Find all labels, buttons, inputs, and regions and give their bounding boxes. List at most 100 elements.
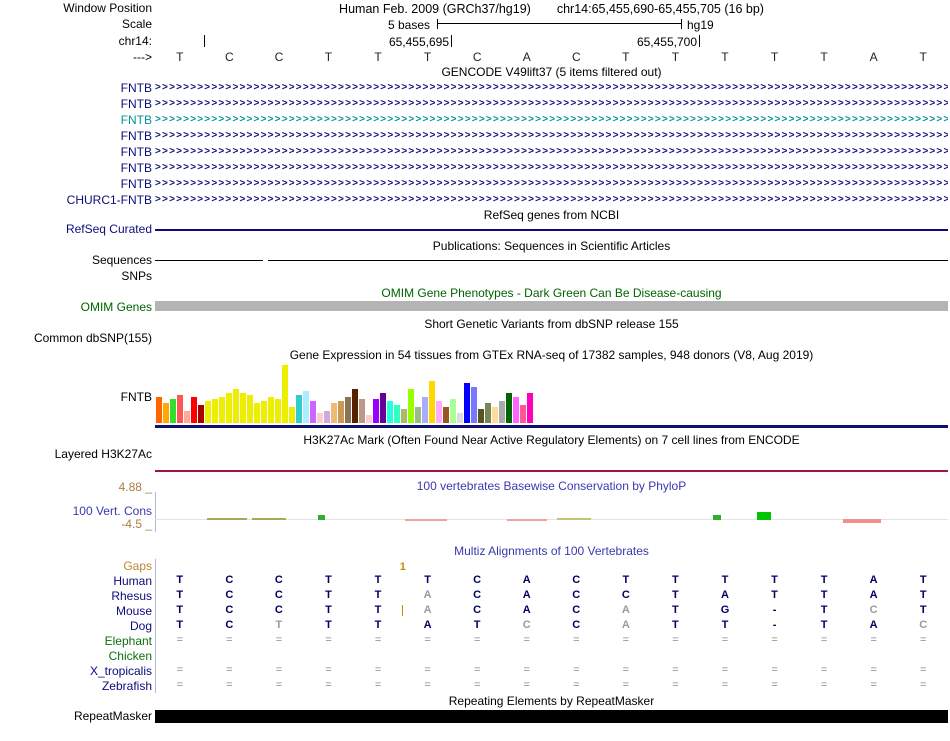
gtex-tissue-bar[interactable] — [513, 397, 519, 423]
gtex-tissue-bar[interactable] — [247, 395, 253, 423]
gtex-tissue-bar[interactable] — [506, 393, 512, 423]
gene-model-arrows[interactable]: >>>>>>>>>>>>>>>>>>>>>>>>>>>>>>>>>>>>>>>>… — [155, 96, 948, 112]
gene-model-arrows[interactable]: >>>>>>>>>>>>>>>>>>>>>>>>>>>>>>>>>>>>>>>>… — [155, 128, 948, 144]
gtex-tissue-bar[interactable] — [457, 413, 463, 423]
h3k27ac-signal-line[interactable] — [155, 470, 948, 472]
gtex-gene-model-line[interactable] — [155, 425, 948, 428]
gtex-tissue-bar[interactable] — [226, 393, 232, 423]
track-label-refseq-curated[interactable]: RefSeq Curated — [0, 223, 152, 236]
gtex-tissue-bar[interactable] — [219, 397, 225, 423]
alignment-row-track[interactable]: ================ — [155, 633, 948, 648]
species-label[interactable]: Zebrafish — [0, 679, 152, 693]
track-label-gtex-fntb[interactable]: FNTB — [0, 391, 152, 404]
gene-label[interactable]: FNTB — [0, 82, 152, 95]
gtex-tissue-bar[interactable] — [338, 401, 344, 423]
omim-gene-bar[interactable] — [155, 301, 948, 311]
species-label[interactable]: X_tropicalis — [0, 664, 152, 678]
gene-model-arrows[interactable]: >>>>>>>>>>>>>>>>>>>>>>>>>>>>>>>>>>>>>>>>… — [155, 144, 948, 160]
gtex-tissue-bar[interactable] — [156, 397, 162, 423]
gtex-tissue-bar[interactable] — [254, 403, 260, 423]
gtex-tissue-bar[interactable] — [394, 405, 400, 423]
gene-label[interactable]: FNTB — [0, 178, 152, 191]
gene-model-arrows[interactable]: >>>>>>>>>>>>>>>>>>>>>>>>>>>>>>>>>>>>>>>>… — [155, 192, 948, 208]
gtex-tissue-bar[interactable] — [492, 407, 498, 423]
gtex-tissue-bar[interactable] — [527, 393, 533, 423]
gtex-tissue-bar[interactable] — [373, 399, 379, 423]
gtex-tissue-bar[interactable] — [191, 397, 197, 423]
alignment-row-track[interactable]: TCCTTACACATG-TCT — [155, 603, 948, 618]
gene-model-arrows[interactable]: >>>>>>>>>>>>>>>>>>>>>>>>>>>>>>>>>>>>>>>>… — [155, 176, 948, 192]
gtex-tissue-bar[interactable] — [317, 413, 323, 423]
species-label[interactable]: Elephant — [0, 634, 152, 648]
gtex-tissue-bar[interactable] — [212, 399, 218, 423]
species-label[interactable]: Mouse — [0, 604, 152, 618]
gtex-tissue-bar[interactable] — [436, 401, 442, 423]
refseq-gene-line[interactable] — [155, 229, 948, 231]
gtex-tissue-bar[interactable] — [233, 389, 239, 423]
alignment-row-track[interactable]: TCTTTATCCATT-TAC — [155, 618, 948, 633]
gtex-tissue-bar[interactable] — [303, 391, 309, 423]
gtex-tissue-bar[interactable] — [170, 399, 176, 423]
gene-model-arrows[interactable]: >>>>>>>>>>>>>>>>>>>>>>>>>>>>>>>>>>>>>>>>… — [155, 160, 948, 176]
gtex-tissue-bar[interactable] — [163, 403, 169, 423]
gene-label[interactable]: CHURC1-FNTB — [0, 194, 152, 207]
gtex-tissue-bar[interactable] — [443, 407, 449, 423]
sequences-item-line[interactable] — [155, 260, 263, 261]
gtex-tissue-bar[interactable] — [366, 415, 372, 423]
track-label-gaps[interactable]: Gaps — [0, 560, 152, 573]
gene-model-arrows[interactable]: >>>>>>>>>>>>>>>>>>>>>>>>>>>>>>>>>>>>>>>>… — [155, 80, 948, 96]
gtex-tissue-bar[interactable] — [205, 401, 211, 423]
gtex-tissue-bar[interactable] — [464, 383, 470, 423]
repeatmasker-element-bar[interactable] — [155, 710, 948, 723]
gtex-tissue-bar[interactable] — [387, 401, 393, 423]
track-label-repeatmasker[interactable]: RepeatMasker — [0, 710, 152, 723]
alignment-row-track[interactable] — [155, 648, 948, 663]
species-label[interactable]: Rhesus — [0, 589, 152, 603]
gene-label[interactable]: FNTB — [0, 114, 152, 127]
gtex-tissue-bar[interactable] — [471, 387, 477, 423]
track-label-common-dbsnp[interactable]: Common dbSNP(155) — [0, 332, 152, 345]
gtex-tissue-bar[interactable] — [401, 409, 407, 423]
gtex-tissue-bar[interactable] — [289, 407, 295, 423]
gtex-tissue-bar[interactable] — [282, 365, 288, 423]
gene-model-arrows[interactable]: >>>>>>>>>>>>>>>>>>>>>>>>>>>>>>>>>>>>>>>>… — [155, 112, 948, 128]
track-label-layered-h3k27ac[interactable]: Layered H3K27Ac — [0, 448, 152, 461]
gtex-tissue-bar[interactable] — [345, 397, 351, 423]
gtex-tissue-bar[interactable] — [275, 399, 281, 423]
gtex-tissue-bar[interactable] — [478, 409, 484, 423]
alignment-row-track[interactable]: ================ — [155, 678, 948, 693]
conservation-wiggle-track[interactable] — [155, 492, 948, 532]
alignment-row-track[interactable]: TCCTTTCACTTTTTAT — [155, 573, 948, 588]
gtex-tissue-bar[interactable] — [352, 389, 358, 423]
gtex-tissue-bar[interactable] — [422, 397, 428, 423]
sequences-item-line[interactable] — [268, 260, 948, 261]
gene-label[interactable]: FNTB — [0, 98, 152, 111]
gtex-tissue-bar[interactable] — [485, 403, 491, 423]
gtex-tissue-bar[interactable] — [415, 407, 421, 423]
gtex-tissue-bar[interactable] — [450, 399, 456, 423]
track-label-sequences[interactable]: Sequences — [0, 254, 152, 267]
gtex-tissue-bar[interactable] — [310, 401, 316, 423]
gtex-tissue-bar[interactable] — [499, 401, 505, 423]
gtex-tissue-bar[interactable] — [331, 403, 337, 423]
gtex-tissue-bar[interactable] — [296, 395, 302, 423]
gtex-tissue-bar[interactable] — [359, 399, 365, 423]
gtex-tissue-bar[interactable] — [261, 401, 267, 423]
species-label[interactable]: Chicken — [0, 649, 152, 663]
gtex-tissue-bar[interactable] — [520, 405, 526, 423]
gtex-tissue-bar[interactable] — [380, 393, 386, 423]
gtex-tissue-bar[interactable] — [268, 397, 274, 423]
gtex-tissue-bar[interactable] — [184, 411, 190, 423]
gtex-tissue-bar[interactable] — [177, 395, 183, 423]
gtex-tissue-bar[interactable] — [324, 411, 330, 423]
species-label[interactable]: Dog — [0, 619, 152, 633]
species-label[interactable]: Human — [0, 574, 152, 588]
alignment-row-track[interactable]: TCCTTACACCTATTAT — [155, 588, 948, 603]
gtex-tissue-bar[interactable] — [429, 381, 435, 423]
gtex-tissue-bar[interactable] — [198, 405, 204, 423]
gene-label[interactable]: FNTB — [0, 146, 152, 159]
alignment-row-track[interactable]: ================ — [155, 663, 948, 678]
gtex-tissue-bar[interactable] — [240, 393, 246, 423]
gene-label[interactable]: FNTB — [0, 162, 152, 175]
gtex-tissue-bar[interactable] — [408, 389, 414, 423]
